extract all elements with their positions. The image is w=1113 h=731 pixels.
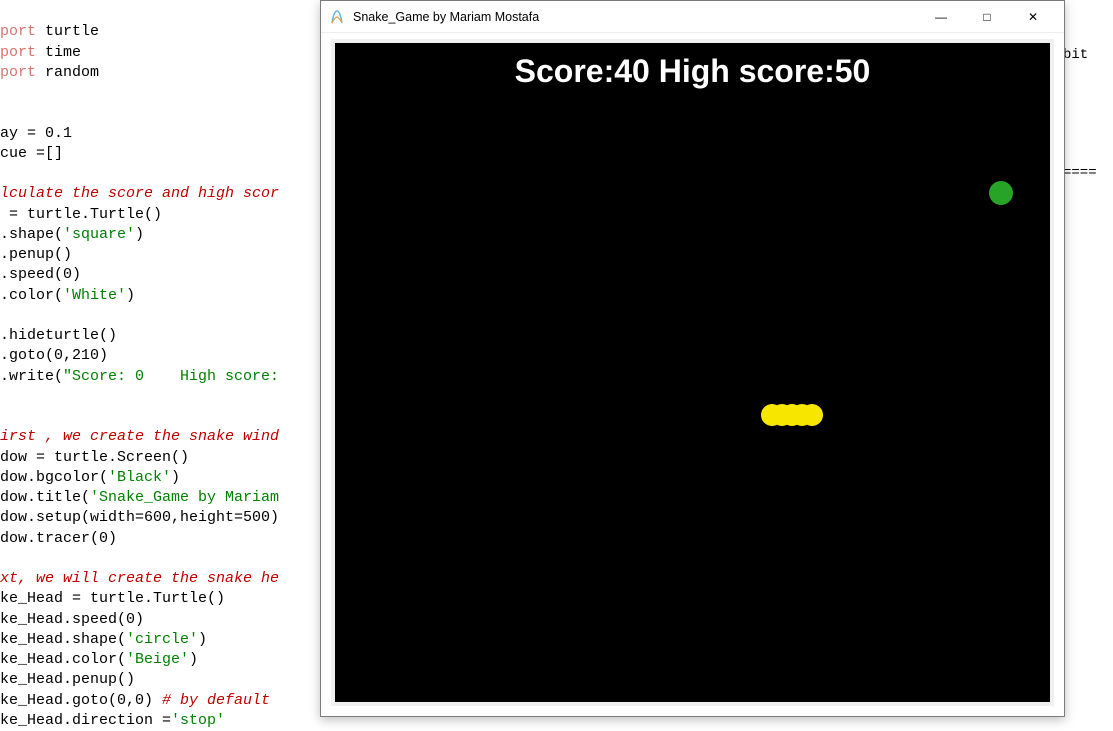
console-right-column: bit ====	[1063, 0, 1113, 730]
close-button[interactable]: ✕	[1010, 2, 1056, 32]
turtle-icon	[329, 9, 345, 25]
console-bit-text: bit	[1063, 46, 1113, 64]
window-title: Snake_Game by Mariam Mostafa	[353, 10, 918, 24]
game-canvas[interactable]: Score:40 High score:50	[335, 43, 1050, 702]
window-controls: — □ ✕	[918, 2, 1056, 32]
score-text: Score:40 High score:50	[335, 53, 1050, 90]
minimize-button[interactable]: —	[918, 2, 964, 32]
snake-head	[801, 404, 823, 426]
food-dot	[989, 181, 1013, 205]
maximize-button[interactable]: □	[964, 2, 1010, 32]
game-frame: Score:40 High score:50	[331, 39, 1054, 706]
titlebar[interactable]: Snake_Game by Mariam Mostafa — □ ✕	[321, 1, 1064, 33]
console-separator: ====	[1063, 164, 1113, 182]
game-window[interactable]: Snake_Game by Mariam Mostafa — □ ✕ Score…	[320, 0, 1065, 717]
